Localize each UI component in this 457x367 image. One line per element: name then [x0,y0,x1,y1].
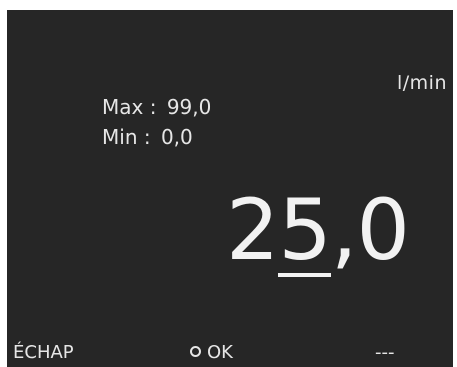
max-row: Max : 99,0 [102,92,211,122]
device-screen: l/min Max : 99,0 Min : 0,0 25,0 ÉCHAP OK… [7,10,453,367]
softkey-bar: ÉCHAP OK --- [7,333,453,367]
max-label: Max : [102,95,157,119]
ok-softkey[interactable]: OK [190,342,233,363]
unit-label: l/min [396,72,447,94]
min-label: Min : [102,125,151,149]
editing-digit[interactable]: 5 [278,187,332,277]
ok-label: OK [207,342,233,363]
limits-panel: Max : 99,0 Min : 0,0 [102,92,211,152]
setpoint-value[interactable]: 25,0 [225,180,410,280]
max-value: 99,0 [166,95,212,119]
min-row: Min : 0,0 [102,122,211,152]
escape-softkey[interactable]: ÉCHAP [13,342,74,363]
value-prefix: 2 [225,181,279,279]
value-suffix: ,0 [330,181,410,279]
circle-icon [190,345,201,357]
right-softkey[interactable]: --- [375,342,395,363]
min-value: 0,0 [160,125,193,149]
